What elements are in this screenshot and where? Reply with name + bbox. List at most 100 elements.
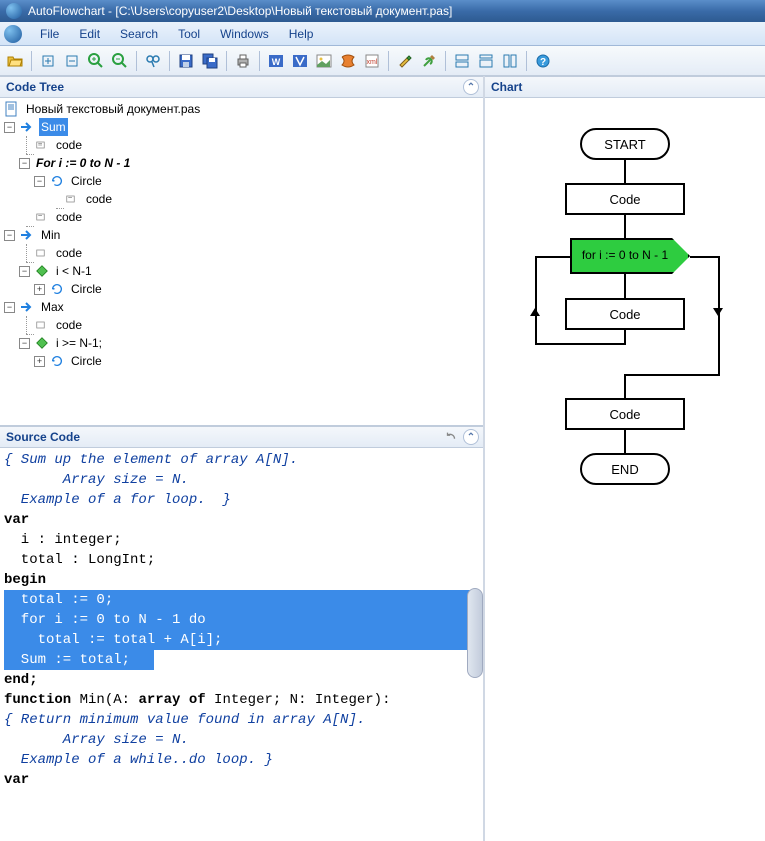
expander-icon[interactable]: + xyxy=(34,356,45,367)
source-line: Array size = N. xyxy=(4,470,479,490)
source-line: for i := 0 to N - 1 do xyxy=(4,610,479,630)
file-icon xyxy=(4,101,20,117)
flowchart-code3[interactable]: Code xyxy=(565,398,685,430)
flowchart-code2[interactable]: Code xyxy=(565,298,685,330)
source-code-header: Source Code ⌃ xyxy=(0,426,483,448)
menu-windows[interactable]: Windows xyxy=(210,24,279,44)
function-arrow-icon xyxy=(19,299,35,315)
code-tree-panel: Новый текстовый документ.pas − Sum code … xyxy=(0,98,483,426)
tree-item[interactable]: + Circle xyxy=(4,280,479,298)
source-line: Array size = N. xyxy=(4,730,479,750)
source-code-title: Source Code xyxy=(6,430,80,444)
title-bar: AutoFlowchart - [C:\Users\copyuser2\Desk… xyxy=(0,0,765,22)
source-line: Example of a while..do loop. } xyxy=(4,750,479,770)
tree-item[interactable]: − i >= N-1; xyxy=(4,334,479,352)
tree-item[interactable]: code xyxy=(4,316,479,334)
layout3-button[interactable] xyxy=(499,50,521,72)
tree-item[interactable]: code xyxy=(4,136,479,154)
source-line: function function Min(A: array of Intege… xyxy=(4,690,479,710)
xml-export-button[interactable]: xml xyxy=(361,50,383,72)
flowchart-start[interactable]: START xyxy=(580,128,670,160)
code-icon xyxy=(64,191,80,207)
source-line: total := 0; xyxy=(4,590,479,610)
function-arrow-icon xyxy=(19,227,35,243)
source-line: var xyxy=(4,770,479,790)
expander-icon[interactable]: − xyxy=(19,158,30,169)
source-line: Example of a for loop. } xyxy=(4,490,479,510)
toolbar: W xml ? xyxy=(0,46,765,76)
tree-item[interactable]: − i < N-1 xyxy=(4,262,479,280)
zoom-out-button[interactable] xyxy=(109,50,131,72)
app-icon xyxy=(4,25,22,43)
svg-export-button[interactable] xyxy=(337,50,359,72)
loop-icon xyxy=(49,281,65,297)
tree-max[interactable]: − Max xyxy=(4,298,479,316)
flowchart-end[interactable]: END xyxy=(580,453,670,485)
tree-min[interactable]: − Min xyxy=(4,226,479,244)
save-all-button[interactable] xyxy=(199,50,221,72)
source-code-panel[interactable]: { Sum up the element of array A[N]. Arra… xyxy=(0,448,483,841)
layout2-button[interactable] xyxy=(475,50,497,72)
menu-edit[interactable]: Edit xyxy=(69,24,110,44)
open-button[interactable] xyxy=(4,50,26,72)
collapse-all-button[interactable] xyxy=(61,50,83,72)
code-icon xyxy=(34,317,50,333)
help-button[interactable]: ? xyxy=(532,50,554,72)
source-line: Sum := total; xyxy=(4,650,154,670)
save-button[interactable] xyxy=(175,50,197,72)
tree-item[interactable]: + Circle xyxy=(4,352,479,370)
image-export-button[interactable] xyxy=(313,50,335,72)
expander-icon[interactable]: + xyxy=(34,284,45,295)
chart-panel: START Code for i := 0 to N - 1 Code xyxy=(485,98,765,841)
flowchart-loop[interactable]: for i := 0 to N - 1 xyxy=(570,238,690,274)
undo-icon[interactable] xyxy=(443,429,459,445)
source-line: var xyxy=(4,510,479,530)
code-icon xyxy=(34,209,50,225)
source-line: end; xyxy=(4,670,479,690)
expander-icon[interactable]: − xyxy=(19,266,30,277)
visio-export-button[interactable] xyxy=(289,50,311,72)
condition-icon xyxy=(34,335,50,351)
source-line: total := total + A[i]; xyxy=(4,630,479,650)
tree-item[interactable]: code xyxy=(4,244,479,262)
expander-icon[interactable]: − xyxy=(4,302,15,313)
expander-icon[interactable]: − xyxy=(19,338,30,349)
tree-for[interactable]: − For i := 0 to N - 1 xyxy=(4,154,479,172)
word-export-button[interactable]: W xyxy=(265,50,287,72)
loop-icon xyxy=(49,353,65,369)
menu-file[interactable]: File xyxy=(30,24,69,44)
svg-text:?: ? xyxy=(540,57,546,68)
chart-header: Chart xyxy=(485,76,765,98)
settings-button[interactable] xyxy=(394,50,416,72)
code-icon xyxy=(34,137,50,153)
print-button[interactable] xyxy=(232,50,254,72)
expand-all-button[interactable] xyxy=(37,50,59,72)
find-button[interactable] xyxy=(142,50,164,72)
tree-root[interactable]: Новый текстовый документ.pas xyxy=(4,100,479,118)
flowchart-code1[interactable]: Code xyxy=(565,183,685,215)
scrollbar-thumb[interactable] xyxy=(467,588,483,678)
layout1-button[interactable] xyxy=(451,50,473,72)
menu-help[interactable]: Help xyxy=(279,24,324,44)
expander-icon[interactable]: − xyxy=(4,122,15,133)
svg-text:W: W xyxy=(272,57,281,67)
tree-item[interactable]: code xyxy=(4,208,479,226)
zoom-in-button[interactable] xyxy=(85,50,107,72)
expander-icon[interactable]: − xyxy=(34,176,45,187)
tree-item[interactable]: code xyxy=(4,190,479,208)
svg-text:xml: xml xyxy=(367,59,378,66)
menu-tool[interactable]: Tool xyxy=(168,24,210,44)
menu-search[interactable]: Search xyxy=(110,24,168,44)
code-tree-title: Code Tree xyxy=(6,80,64,94)
source-line: { Sum up the element of array A[N]. xyxy=(4,450,479,470)
source-line: total : LongInt; xyxy=(4,550,479,570)
tree-item[interactable]: − Circle xyxy=(4,172,479,190)
expander-icon[interactable]: − xyxy=(4,230,15,241)
tree-sum[interactable]: − Sum xyxy=(4,118,479,136)
flowchart: START Code for i := 0 to N - 1 Code xyxy=(505,118,745,538)
collapse-panel-button[interactable]: ⌃ xyxy=(463,79,479,95)
function-arrow-icon xyxy=(19,119,35,135)
tools-button[interactable] xyxy=(418,50,440,72)
loop-icon xyxy=(49,173,65,189)
collapse-panel-button[interactable]: ⌃ xyxy=(463,429,479,445)
